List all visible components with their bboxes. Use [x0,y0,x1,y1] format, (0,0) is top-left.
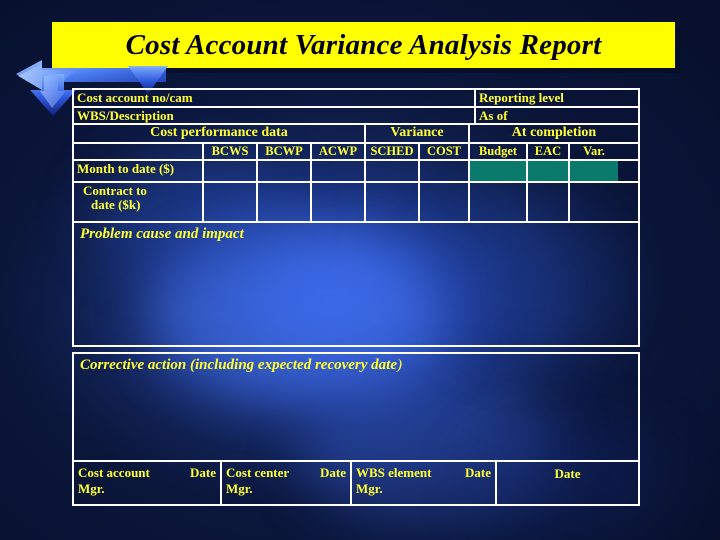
problem-cause-section[interactable]: Problem cause and impact [72,223,640,348]
column-header-sched: SCHED [366,143,420,160]
group-header-variance: Variance [366,125,470,142]
data-cell-sched-mtd[interactable] [366,161,420,182]
signature-row: Cost account Date Mgr. Cost center Date … [72,462,640,507]
data-cell-bcws-mtd[interactable] [204,161,258,182]
signature-date-label: Date [465,465,491,481]
corrective-action-title: Corrective action (including expected re… [74,354,638,374]
row-label-month-to-date: Month to date ($) [74,161,204,182]
signature-date-label: Date [554,466,581,482]
data-cell-acwp-mtd[interactable] [312,161,366,182]
signature-cost-account-mgr[interactable]: Cost account Date Mgr. [74,462,222,505]
corrective-action-title-main: Corrective action (including expected re… [80,357,397,374]
data-cell-var-ctd[interactable] [570,183,618,221]
data-cell-var-mtd[interactable] [570,161,618,182]
column-header-eac: EAC [528,143,570,160]
column-header-acwp: ACWP [312,143,366,160]
data-cell-bcws-ctd[interactable] [204,183,258,222]
wbs-description-label[interactable]: WBS/Description [74,107,476,124]
column-header-budget: Budget [470,143,528,160]
row-label-contract-to-date: Contract to date ($k) [74,183,204,222]
variance-report-form: Cost account no/cam Reporting level WBS/… [72,88,640,532]
column-header-cost: COST [420,143,470,160]
page-title: Cost Account Variance Analysis Report [125,28,602,61]
signature-cost-center-mgr[interactable]: Cost center Date Mgr. [222,462,352,505]
identity-row: WBS/Description As of [72,107,640,126]
data-cell-cost-ctd[interactable] [420,183,470,222]
data-cell-cost-mtd[interactable] [420,161,470,182]
row-label-line2: date ($k) [91,196,141,212]
data-cell-sched-ctd[interactable] [366,183,420,222]
row-label-line1: Contract to [83,183,147,199]
reporting-level-label[interactable]: Reporting level [476,90,638,106]
signature-role-label: WBS element [356,465,432,481]
as-of-label[interactable]: As of [476,108,638,124]
signature-role-label: Cost center [226,465,290,481]
column-header-blank [74,143,204,160]
data-cell-bcwp-mtd[interactable] [258,161,312,182]
signature-date-label: Date [190,465,216,481]
signature-mgr-label: Mgr. [78,481,105,497]
slide-canvas: Cost Account Variance Analysis Report Co… [0,0,720,540]
group-header-cost-performance: Cost performance data [74,125,366,142]
signature-mgr-label: Mgr. [226,481,253,497]
corrective-action-section[interactable]: Corrective action (including expected re… [72,352,640,463]
group-header-at-completion: At completion [511,125,597,141]
problem-cause-title: Problem cause and impact [80,226,244,243]
corrective-action-title-paren: ) [397,357,402,374]
identity-row: Cost account no/cam Reporting level [72,88,640,108]
signature-approval[interactable]: Date [497,462,638,504]
column-header-var: Var. [583,143,605,158]
signature-wbs-element-mgr[interactable]: WBS element Date Mgr. [352,462,497,505]
column-header-bcwp: BCWP [258,143,312,160]
column-header-row: BCWS BCWP ACWP SCHED COST Budget EAC Var… [72,143,640,162]
signature-mgr-label: Mgr. [356,481,383,497]
cost-account-label[interactable]: Cost account no/cam [74,90,476,106]
data-cell-acwp-ctd[interactable] [312,183,366,222]
data-cell-eac-mtd[interactable] [528,161,570,182]
signature-date-label: Date [320,465,346,481]
table-row: Contract to date ($k) [72,183,640,224]
signature-role-label: Cost account [78,465,150,481]
data-cell-budget-ctd[interactable] [470,183,528,222]
column-header-bcws: BCWS [204,143,258,160]
data-cell-bcwp-ctd[interactable] [258,183,312,222]
group-header-row: Cost performance data Variance At comple… [72,125,640,144]
data-cell-budget-mtd[interactable] [470,161,528,182]
table-row: Month to date ($) [72,161,640,184]
data-cell-eac-ctd[interactable] [528,183,570,222]
